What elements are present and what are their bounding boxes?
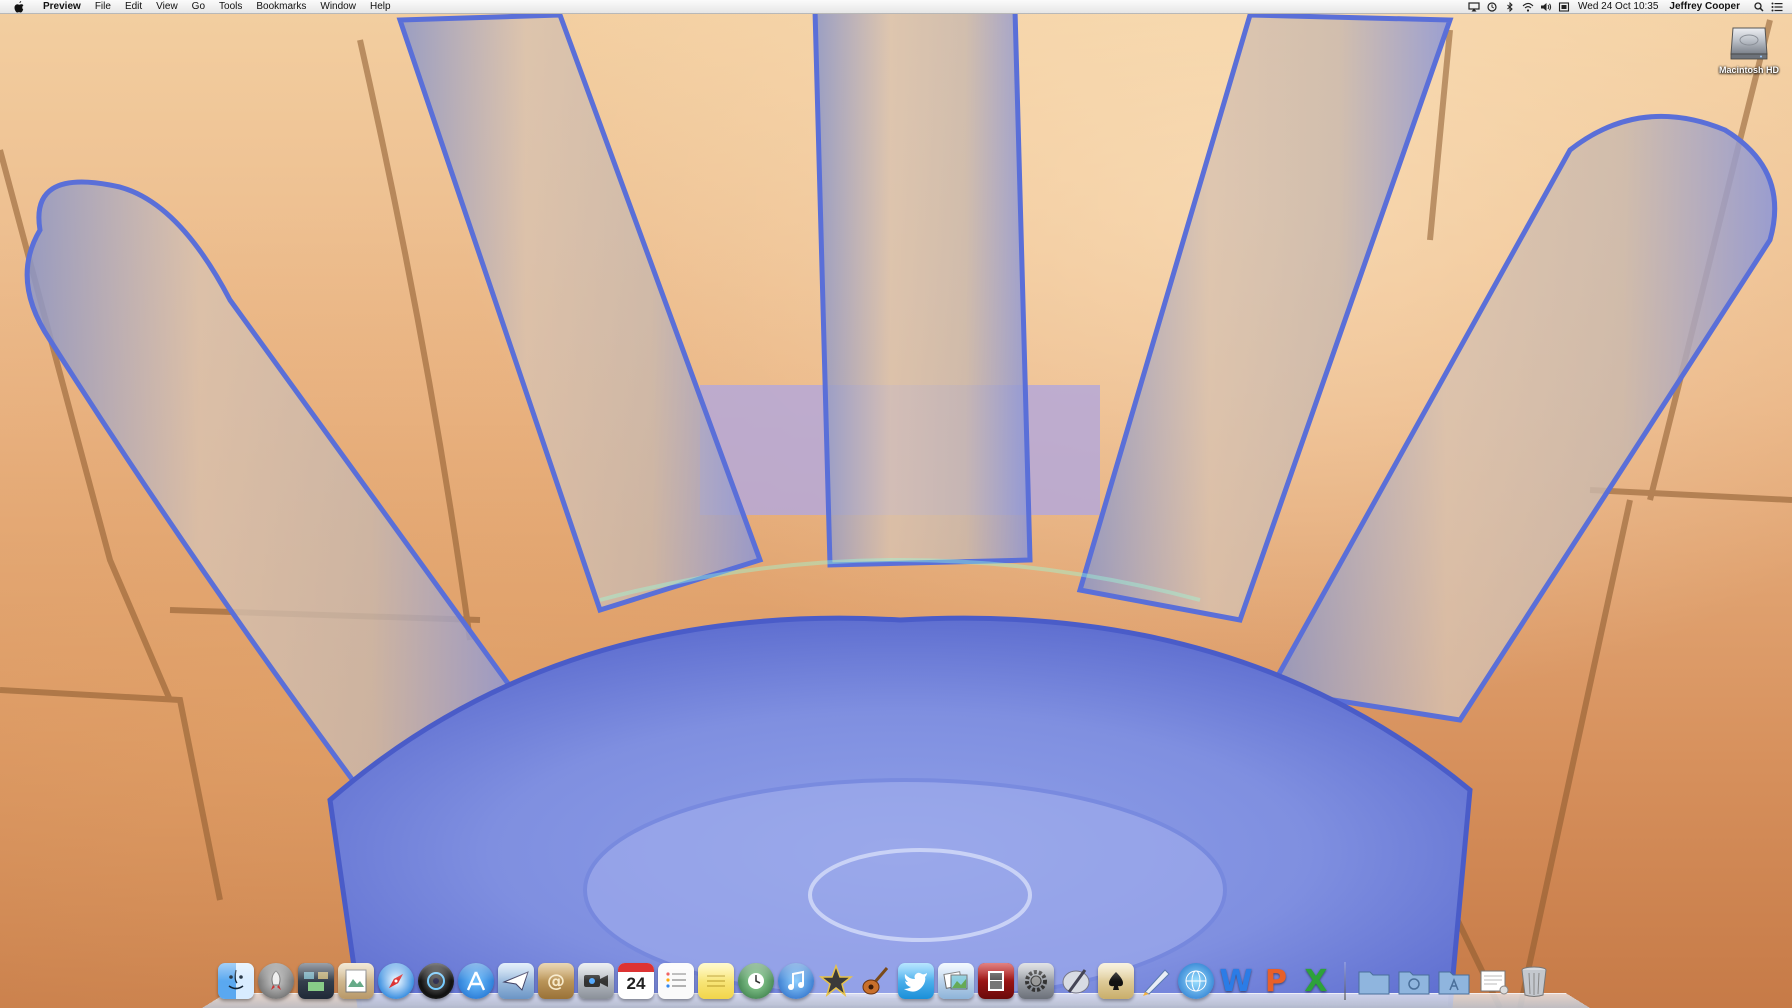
calendar-day: 24: [626, 974, 646, 993]
menu-app-name[interactable]: Preview: [36, 0, 88, 14]
documents-folder-icon[interactable]: [1396, 963, 1432, 999]
macintosh-hd-desktop-item[interactable]: Macintosh HD: [1710, 20, 1788, 75]
powerpoint-icon[interactable]: P: [1258, 963, 1294, 999]
menu-file[interactable]: File: [88, 0, 118, 14]
preview-document-icon[interactable]: [1476, 963, 1512, 999]
wifi-icon[interactable]: [1519, 0, 1537, 14]
garageband-icon[interactable]: [858, 963, 894, 999]
imovie-icon[interactable]: [818, 963, 854, 999]
excel-letter: X: [1304, 963, 1328, 999]
menu-clock[interactable]: Wed 24 Oct 10:35: [1573, 1, 1665, 12]
display-icon[interactable]: [1555, 0, 1573, 14]
pages-icon[interactable]: [1138, 963, 1174, 999]
script-editor-icon[interactable]: [1058, 963, 1094, 999]
menu-view[interactable]: View: [149, 0, 185, 14]
hard-drive-icon[interactable]: [1727, 20, 1771, 64]
app-store-icon[interactable]: [458, 963, 494, 999]
preview-icon[interactable]: [338, 963, 374, 999]
dock-icon-row: @ 24 W P X: [216, 959, 1554, 1003]
word-letter: W: [1219, 963, 1253, 999]
mission-control-icon[interactable]: [298, 963, 334, 999]
hard-drive-label: Macintosh HD: [1718, 65, 1779, 75]
menu-edit[interactable]: Edit: [118, 0, 149, 14]
dock: @ 24 W P X: [202, 953, 1590, 1008]
trash-icon[interactable]: [1516, 963, 1552, 999]
menu-bar: Preview File Edit View Go Tools Bookmark…: [0, 0, 1792, 14]
word-icon[interactable]: W: [1218, 963, 1254, 999]
spotlight-search-icon[interactable]: [1750, 0, 1768, 14]
photo-booth-icon[interactable]: [978, 963, 1014, 999]
launchpad-icon[interactable]: [258, 963, 294, 999]
twitter-icon[interactable]: [898, 963, 934, 999]
desktop-wallpaper: [0, 0, 1792, 1008]
calendar-header: [618, 963, 654, 972]
airplay-icon[interactable]: [1465, 0, 1483, 14]
volume-icon[interactable]: [1537, 0, 1555, 14]
menu-tools[interactable]: Tools: [212, 0, 249, 14]
menu-help[interactable]: Help: [363, 0, 398, 14]
finder-icon[interactable]: [218, 963, 254, 999]
downloads-folder-icon[interactable]: [1436, 963, 1472, 999]
dock-separator: [1344, 962, 1346, 1000]
reminders-icon[interactable]: [658, 963, 694, 999]
mail-icon[interactable]: [498, 963, 534, 999]
excel-icon[interactable]: X: [1298, 963, 1334, 999]
notes-icon[interactable]: [698, 963, 734, 999]
system-preferences-icon[interactable]: [1018, 963, 1054, 999]
itunes-icon[interactable]: [778, 963, 814, 999]
iphoto-icon[interactable]: [938, 963, 974, 999]
solitaire-icon[interactable]: [1098, 963, 1134, 999]
menu-bookmarks[interactable]: Bookmarks: [249, 0, 313, 14]
address-book-icon[interactable]: @: [538, 963, 574, 999]
user-account-menu[interactable]: Jeffrey Cooper: [1665, 1, 1750, 12]
apple-menu-icon[interactable]: [12, 0, 26, 14]
safari-icon[interactable]: [378, 963, 414, 999]
time-machine-dock-icon[interactable]: [738, 963, 774, 999]
network-icon[interactable]: [1178, 963, 1214, 999]
menu-go[interactable]: Go: [185, 0, 212, 14]
powerpoint-letter: P: [1265, 963, 1287, 999]
calendar-icon[interactable]: 24: [618, 963, 654, 999]
applications-folder-icon[interactable]: [1356, 963, 1392, 999]
bluetooth-icon[interactable]: [1501, 0, 1519, 14]
aperture-icon[interactable]: [418, 963, 454, 999]
facetime-icon[interactable]: [578, 963, 614, 999]
notification-center-icon[interactable]: [1768, 0, 1786, 14]
menu-window[interactable]: Window: [313, 0, 363, 14]
time-machine-icon[interactable]: [1483, 0, 1501, 14]
